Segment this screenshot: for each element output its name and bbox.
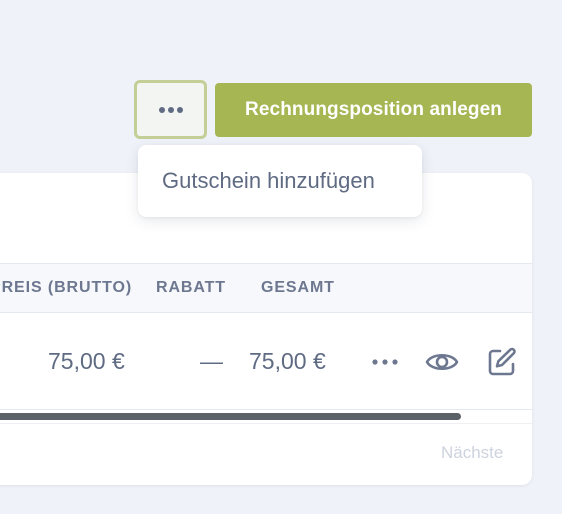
pagination-next-link[interactable]: Nächste <box>441 443 503 463</box>
footer-divider <box>0 423 532 424</box>
column-header-total: GESAMT <box>261 264 335 312</box>
column-header-discount-label: RABATT <box>156 279 226 296</box>
create-invoice-item-label: Rechnungsposition anlegen <box>245 99 502 120</box>
create-invoice-item-button[interactable]: Rechnungsposition anlegen <box>215 83 532 137</box>
dropdown-item-add-voucher-label: Gutschein hinzufügen <box>162 168 375 193</box>
more-horizontal-icon <box>158 106 183 113</box>
more-actions-button[interactable] <box>134 80 207 139</box>
column-header-price-label: PREIS (BRUTTO) <box>0 279 133 296</box>
horizontal-scrollbar-thumb[interactable] <box>0 413 461 420</box>
dropdown-item-add-voucher[interactable]: Gutschein hinzufügen <box>138 145 422 217</box>
row-divider <box>0 409 532 410</box>
cell-price: 75,00 € <box>48 347 125 374</box>
row-view-button[interactable] <box>425 345 459 379</box>
eye-icon <box>425 353 459 371</box>
cell-total: 75,00 € <box>249 347 326 374</box>
row-more-button[interactable] <box>368 345 402 379</box>
invoice-items-card: PREIS (BRUTTO) RABATT GESAMT 75,00 € — 7… <box>0 173 532 485</box>
row-edit-button[interactable] <box>485 345 519 379</box>
column-header-total-label: GESAMT <box>261 279 335 296</box>
column-header-price: PREIS (BRUTTO) <box>0 264 132 312</box>
table-header: PREIS (BRUTTO) RABATT GESAMT <box>0 263 532 313</box>
column-header-discount: RABATT <box>156 264 226 312</box>
more-actions-dropdown: Gutschein hinzufügen <box>138 145 422 217</box>
edit-icon <box>488 347 516 376</box>
more-horizontal-icon <box>372 359 398 365</box>
cell-discount: — <box>200 347 223 374</box>
